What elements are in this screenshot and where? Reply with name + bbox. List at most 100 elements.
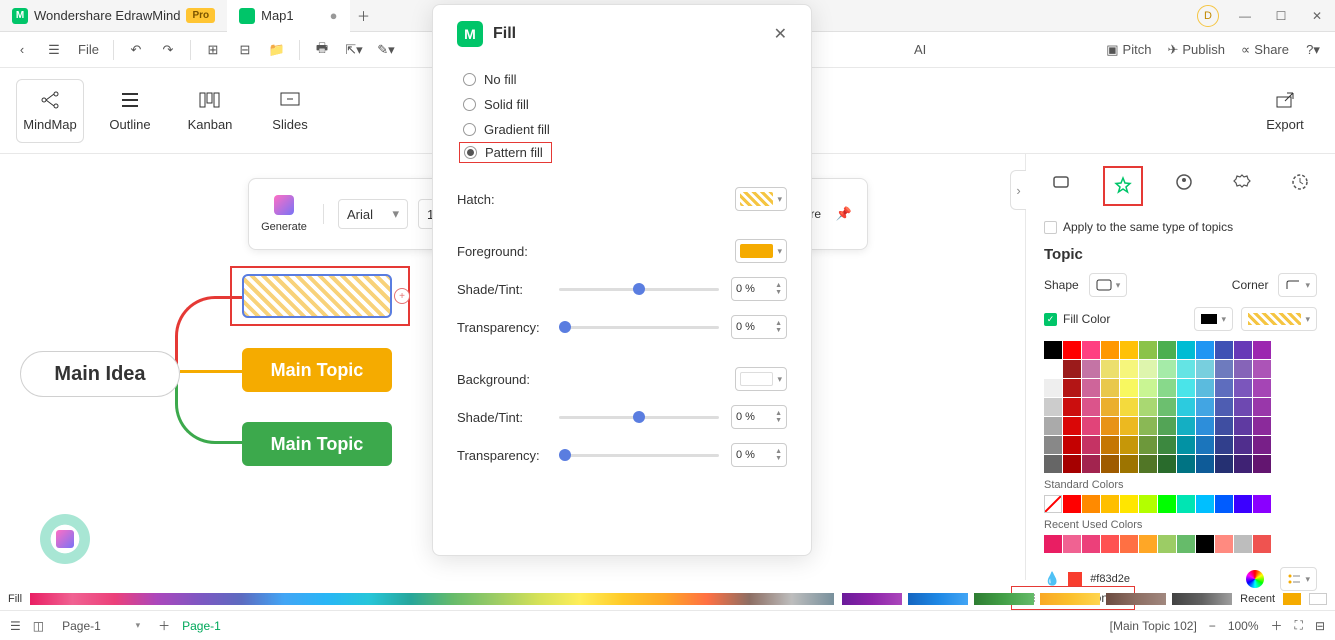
add-page-button[interactable]: ＋	[158, 617, 170, 634]
recent-swatch[interactable]	[1309, 593, 1327, 605]
status-bar: ☰ ◫ Page-1▾ ＋ Page-1 [Main Topic 102] − …	[0, 610, 1335, 640]
assistant-ring-icon[interactable]	[40, 514, 90, 564]
outline-mode-icon[interactable]: ☰	[10, 619, 21, 633]
panel-collapse-button[interactable]: ›	[1010, 170, 1026, 210]
fill-color-check-icon[interactable]: ✓	[1044, 313, 1057, 326]
menu-button[interactable]: ☰	[40, 36, 68, 64]
generate-icon	[274, 195, 294, 215]
app-name: Wondershare EdrawMind	[34, 8, 180, 23]
fill-solid-dropdown[interactable]: ▾	[1194, 307, 1233, 331]
remove-box-icon[interactable]: ⊟	[231, 36, 259, 64]
minimize-button[interactable]: —	[1227, 0, 1263, 32]
dialog-close-button[interactable]: ✕	[774, 24, 787, 44]
view-kanban[interactable]: Kanban	[176, 79, 244, 143]
add-box-icon[interactable]: ⊞	[199, 36, 227, 64]
pitch-button[interactable]: ▣Pitch	[1100, 36, 1157, 64]
bottom-color-palette[interactable]: Fill Recent	[0, 588, 1335, 610]
transparency2-value[interactable]: 0 %▲▼	[731, 443, 787, 467]
radio-solid-fill[interactable]: Solid fill	[463, 92, 787, 117]
view-outline[interactable]: Outline	[96, 79, 164, 143]
color-palette-grid[interactable]	[1044, 341, 1317, 473]
radio-gradient-fill[interactable]: Gradient fill	[463, 117, 787, 142]
document-tab[interactable]: Map1 ●	[227, 0, 349, 32]
transparency2-slider[interactable]	[559, 454, 719, 457]
apply-same-checkbox-row[interactable]: Apply to the same type of topics	[1044, 220, 1317, 234]
transparency-value[interactable]: 0 %▲▼	[731, 315, 787, 339]
undo-button[interactable]: ↶	[122, 36, 150, 64]
redo-button[interactable]: ↷	[154, 36, 182, 64]
foreground-label: Foreground:	[457, 244, 547, 259]
edit-dd-icon[interactable]: ✎▾	[372, 36, 400, 64]
generate-button[interactable]: Generate	[259, 195, 309, 233]
export-button[interactable]: Export	[1251, 79, 1319, 143]
topic-node-3[interactable]: Main Topic	[242, 422, 392, 466]
fit-screen-icon[interactable]: ⛶	[1295, 618, 1303, 633]
zoom-out-button[interactable]: −	[1209, 619, 1216, 633]
shape-label: Shape	[1044, 278, 1079, 292]
color-wheel-icon[interactable]	[1246, 570, 1264, 588]
standard-colors-row[interactable]	[1044, 495, 1317, 513]
background-dropdown[interactable]: ▾	[735, 367, 787, 391]
palette-strip[interactable]	[30, 593, 834, 605]
print-icon[interactable]: 🖶	[308, 36, 336, 64]
panel-tab-history[interactable]	[1284, 166, 1316, 198]
topic-node-1[interactable]	[242, 274, 392, 318]
user-avatar[interactable]: D	[1197, 5, 1219, 27]
recent-swatch[interactable]	[1283, 593, 1301, 605]
folder-icon[interactable]: 📁	[263, 36, 291, 64]
doc-title: Map1	[261, 8, 294, 23]
back-button[interactable]: ‹	[8, 36, 36, 64]
panel-mode-icon[interactable]: ◫	[33, 619, 44, 633]
panel-tab-tag[interactable]	[1168, 166, 1200, 198]
selection-info: [Main Topic 102]	[1110, 619, 1197, 633]
tab-dirty-dot: ●	[330, 8, 338, 23]
hatch-dropdown[interactable]: ▾	[735, 187, 787, 211]
main-idea-node[interactable]: Main Idea	[20, 351, 180, 397]
panel-tab-style[interactable]	[1107, 170, 1139, 202]
app-logo-icon: M	[12, 8, 28, 24]
standard-colors-label: Standard Colors	[1044, 479, 1317, 491]
export-icon	[1275, 89, 1295, 111]
eyedropper-icon[interactable]: 💧	[1044, 571, 1060, 587]
fill-pattern-dropdown[interactable]: ▾	[1241, 307, 1317, 331]
foreground-dropdown[interactable]: ▾	[735, 239, 787, 263]
publish-button[interactable]: ✈Publish	[1161, 36, 1231, 64]
shade-slider[interactable]	[559, 288, 719, 291]
panel-tab-settings[interactable]	[1226, 166, 1258, 198]
corner-dropdown[interactable]: ▾	[1278, 273, 1317, 297]
export-dd-icon[interactable]: ⇱▾	[340, 36, 368, 64]
share-button[interactable]: ∝Share	[1235, 36, 1295, 64]
help-button[interactable]: ?▾	[1299, 36, 1327, 64]
file-menu[interactable]: File	[72, 36, 105, 64]
shade2-label: Shade/Tint:	[457, 410, 547, 425]
mindmap-icon	[38, 89, 62, 111]
shade2-slider[interactable]	[559, 416, 719, 419]
panel-tab-topic[interactable]	[1045, 166, 1077, 198]
shape-dropdown[interactable]: ▾	[1089, 273, 1128, 297]
close-window-button[interactable]: ✕	[1299, 0, 1335, 32]
view-slides[interactable]: Slides	[256, 79, 324, 143]
radio-pattern-fill[interactable]: Pattern fill	[459, 142, 552, 163]
new-tab-button[interactable]: ＋	[350, 2, 378, 30]
radio-no-fill[interactable]: No fill	[463, 67, 787, 92]
page-select[interactable]: Page-1▾	[56, 614, 146, 638]
background-label: Background:	[457, 372, 547, 387]
pin-icon[interactable]: 📌	[831, 201, 857, 227]
page-tab[interactable]: Page-1	[182, 619, 221, 633]
view-mindmap[interactable]: MindMap	[16, 79, 84, 143]
transparency2-label: Transparency:	[457, 448, 547, 463]
zoom-in-button[interactable]: ＋	[1271, 617, 1283, 634]
font-family-select[interactable]: Arial▾	[338, 199, 408, 229]
fill-label: Fill	[8, 593, 22, 605]
shade2-value[interactable]: 0 %▲▼	[731, 405, 787, 429]
hex-value: #f83d2e	[1090, 573, 1130, 585]
topic-node-2[interactable]: Main Topic	[242, 348, 392, 392]
shade-value[interactable]: 0 %▲▼	[731, 277, 787, 301]
add-child-button[interactable]: +	[394, 288, 410, 304]
maximize-button[interactable]: ☐	[1263, 0, 1299, 32]
transparency-slider[interactable]	[559, 326, 719, 329]
recent-colors-row[interactable]	[1044, 535, 1317, 553]
ai-button[interactable]: AI	[908, 36, 932, 64]
app-tab[interactable]: M Wondershare EdrawMind Pro	[0, 0, 227, 32]
collapse-panel-icon[interactable]: ⊟	[1315, 619, 1325, 633]
